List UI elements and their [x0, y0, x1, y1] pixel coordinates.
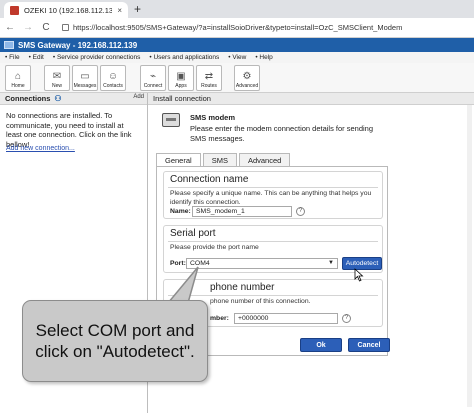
- toolbar-routes-button[interactable]: ⇄ Routes: [196, 65, 222, 91]
- tab-sms[interactable]: SMS: [202, 153, 237, 166]
- telephone-input[interactable]: +0000000: [234, 313, 338, 324]
- app-title-bar: SMS Gateway - 192.168.112.139: [0, 38, 474, 52]
- connections-title: Connections: [5, 94, 51, 103]
- toolbar-label: Advanced: [235, 83, 259, 89]
- toolbar-connect-button[interactable]: ⌁ Connect: [140, 65, 166, 91]
- connection-name-desc: Please specify a unique name. This can b…: [170, 190, 372, 206]
- modem-icon: [162, 113, 180, 127]
- favicon-icon: [10, 5, 19, 15]
- app-title: SMS Gateway - 192.168.112.139: [18, 40, 138, 50]
- serial-port-desc: Please provide the port name: [170, 244, 259, 251]
- contacts-icon: ☺: [107, 71, 119, 82]
- toolbar-new-button[interactable]: ✉ New: [44, 65, 70, 91]
- help-icon[interactable]: ?: [296, 207, 305, 216]
- reload-button[interactable]: C: [40, 22, 52, 33]
- toolbar-label: Home: [11, 83, 25, 89]
- telephone-label: mber:: [210, 315, 229, 322]
- toolbar-messages-button[interactable]: ▭ Messages: [72, 65, 98, 91]
- name-input[interactable]: SMS_modem_1: [192, 206, 292, 217]
- toolbar-label: Apps: [175, 83, 187, 89]
- instruction-callout: Select COM port and click on "Autodetect…: [22, 300, 208, 382]
- close-tab-icon[interactable]: ×: [117, 6, 122, 15]
- install-connection-title: Install connection: [153, 94, 211, 103]
- cursor-icon: [354, 268, 364, 282]
- divider: [168, 187, 378, 188]
- menu-file[interactable]: • File: [5, 54, 20, 61]
- back-button[interactable]: ←: [4, 22, 16, 33]
- toolbar-advanced-button[interactable]: ⚙ Advanced: [234, 65, 260, 91]
- new-icon: ✉: [52, 71, 62, 82]
- home-icon: ⌂: [14, 71, 22, 82]
- toolbar-home-button[interactable]: ⌂ Home: [5, 65, 31, 91]
- toolbar: ⌂ Home ✉ New ▭ Messages ☺ Contacts ⌁ Con…: [0, 63, 474, 93]
- connection-name-section: Connection name Please specify a unique …: [163, 171, 383, 219]
- serial-port-title: Serial port: [170, 228, 216, 239]
- add-connection-button[interactable]: Add: [133, 94, 144, 100]
- menu-help[interactable]: • Help: [255, 54, 272, 61]
- callout-line-2: click on "Autodetect".: [35, 342, 195, 361]
- url-input[interactable]: https://localhost:9505/SMS+Gateway/?a=in…: [58, 20, 470, 36]
- new-tab-button[interactable]: +: [134, 2, 141, 16]
- menu-users-apps[interactable]: • Users and applications: [149, 54, 219, 61]
- menu-bar: • File • Edit • Service provider connect…: [0, 52, 474, 63]
- modem-description: Please enter the modem connection detail…: [190, 124, 374, 143]
- callout-line-1: Select COM port and: [35, 321, 195, 340]
- scrollbar[interactable]: [467, 105, 472, 407]
- name-label: Name:: [170, 208, 191, 215]
- modem-title: SMS modem: [190, 113, 236, 122]
- app-logo-icon: [4, 41, 14, 49]
- cancel-button[interactable]: Cancel: [348, 338, 390, 352]
- lock-icon: [62, 24, 69, 31]
- browser-tab[interactable]: OZEKI 10 (192.168.112.139) ×: [4, 2, 128, 18]
- no-connections-text: No connections are installed. To communi…: [6, 111, 132, 149]
- tab-title: OZEKI 10 (192.168.112.139): [24, 5, 113, 15]
- chevron-down-icon: ▼: [328, 260, 334, 266]
- forward-button[interactable]: →: [22, 22, 34, 33]
- address-bar-row: ← → C https://localhost:9505/SMS+Gateway…: [0, 18, 474, 38]
- help-icon[interactable]: ?: [342, 314, 351, 323]
- install-connection-header: Install connection: [148, 93, 474, 105]
- connection-name-title: Connection name: [170, 174, 249, 185]
- routes-icon: ⇄: [204, 71, 214, 82]
- menu-edit[interactable]: • Edit: [29, 54, 44, 61]
- apps-icon: ▣: [176, 71, 186, 82]
- ok-button[interactable]: Ok: [300, 338, 342, 352]
- toolbar-contacts-button[interactable]: ☺ Contacts: [100, 65, 126, 91]
- browser-tab-bar: OZEKI 10 (192.168.112.139) × +: [0, 0, 474, 18]
- divider: [168, 241, 378, 242]
- advanced-icon: ⚙: [242, 71, 252, 82]
- toolbar-label: New: [51, 83, 62, 89]
- toolbar-label: Connect: [143, 83, 163, 89]
- connections-icon: ⚇: [54, 94, 62, 103]
- add-new-connection-link[interactable]: Add new connection...: [6, 145, 75, 152]
- toolbar-label: Contacts: [103, 83, 123, 89]
- toolbar-apps-button[interactable]: ▣ Apps: [168, 65, 194, 91]
- tab-general[interactable]: General: [156, 153, 201, 167]
- telephone-desc: phone number of this connection.: [210, 298, 311, 305]
- connections-header: Connections ⚇ Add: [0, 93, 147, 105]
- tab-advanced[interactable]: Advanced: [238, 153, 291, 166]
- telephone-title: phone number: [210, 282, 275, 293]
- connect-icon: ⌁: [149, 71, 157, 82]
- menu-view[interactable]: • View: [228, 54, 246, 61]
- url-text: https://localhost:9505/SMS+Gateway/?a=in…: [73, 23, 403, 32]
- settings-tabs: General SMS Advanced: [156, 153, 291, 167]
- messages-icon: ▭: [80, 71, 90, 82]
- menu-service-provider[interactable]: • Service provider connections: [53, 54, 141, 61]
- toolbar-label: Routes: [201, 83, 217, 89]
- toolbar-label: Messages: [73, 83, 97, 89]
